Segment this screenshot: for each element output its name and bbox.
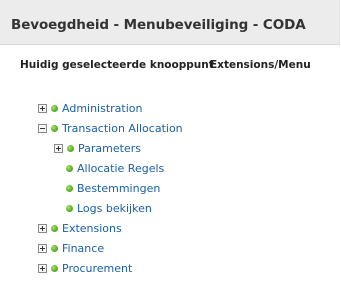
status-dot-icon: [51, 264, 58, 272]
status-dot-icon: [51, 224, 58, 232]
tree-item-procurement[interactable]: Procurement: [38, 260, 132, 276]
tree-item-label[interactable]: Finance: [62, 242, 104, 255]
status-dot-icon: [66, 184, 73, 192]
tree-item-finance[interactable]: Finance: [38, 240, 104, 256]
expand-icon[interactable]: [38, 263, 47, 273]
selected-node-value: Extensions/Menu: [210, 59, 311, 71]
status-dot-icon: [66, 164, 73, 172]
tree-item-label[interactable]: Parameters: [78, 142, 141, 155]
tree-item-label[interactable]: Bestemmingen: [77, 182, 160, 195]
status-dot-icon: [51, 124, 58, 132]
status-dot-icon: [51, 104, 58, 112]
selected-node-row: Huidig geselecteerde knooppunt Extension…: [20, 59, 311, 71]
expand-icon[interactable]: [38, 223, 47, 233]
menu-security-window: Bevoegdheid - Menubeveiliging - CODA Hui…: [0, 0, 341, 281]
tree-item-label[interactable]: Extensions: [62, 222, 122, 235]
tree-item-parameters[interactable]: Parameters: [54, 140, 141, 156]
tree-item-logs-bekijken[interactable]: Logs bekijken: [66, 200, 152, 216]
tree-item-administration[interactable]: Administration: [38, 100, 143, 116]
selected-node-label: Huidig geselecteerde knooppunt: [20, 59, 214, 71]
tree-item-allocatie-regels[interactable]: Allocatie Regels: [66, 160, 164, 176]
window-title: Bevoegdheid - Menubeveiliging - CODA: [11, 17, 306, 33]
tree-item-label[interactable]: Logs bekijken: [77, 202, 152, 215]
collapse-icon[interactable]: [38, 123, 47, 133]
tree-item-label[interactable]: Administration: [62, 102, 143, 115]
tree-item-label[interactable]: Transaction Allocation: [62, 122, 183, 135]
tree-item-label[interactable]: Procurement: [62, 262, 132, 275]
title-bar: Bevoegdheid - Menubeveiliging - CODA: [0, 0, 340, 45]
tree-item-bestemmingen[interactable]: Bestemmingen: [66, 180, 160, 196]
tree-item-transaction-allocation[interactable]: Transaction Allocation: [38, 120, 183, 136]
expand-icon[interactable]: [38, 103, 47, 113]
expand-icon[interactable]: [38, 243, 47, 253]
tree-item-extensions[interactable]: Extensions: [38, 220, 122, 236]
status-dot-icon: [51, 244, 58, 252]
expand-icon[interactable]: [54, 143, 63, 153]
status-dot-icon: [66, 204, 73, 212]
tree-item-label[interactable]: Allocatie Regels: [77, 162, 164, 175]
status-dot-icon: [67, 144, 74, 152]
